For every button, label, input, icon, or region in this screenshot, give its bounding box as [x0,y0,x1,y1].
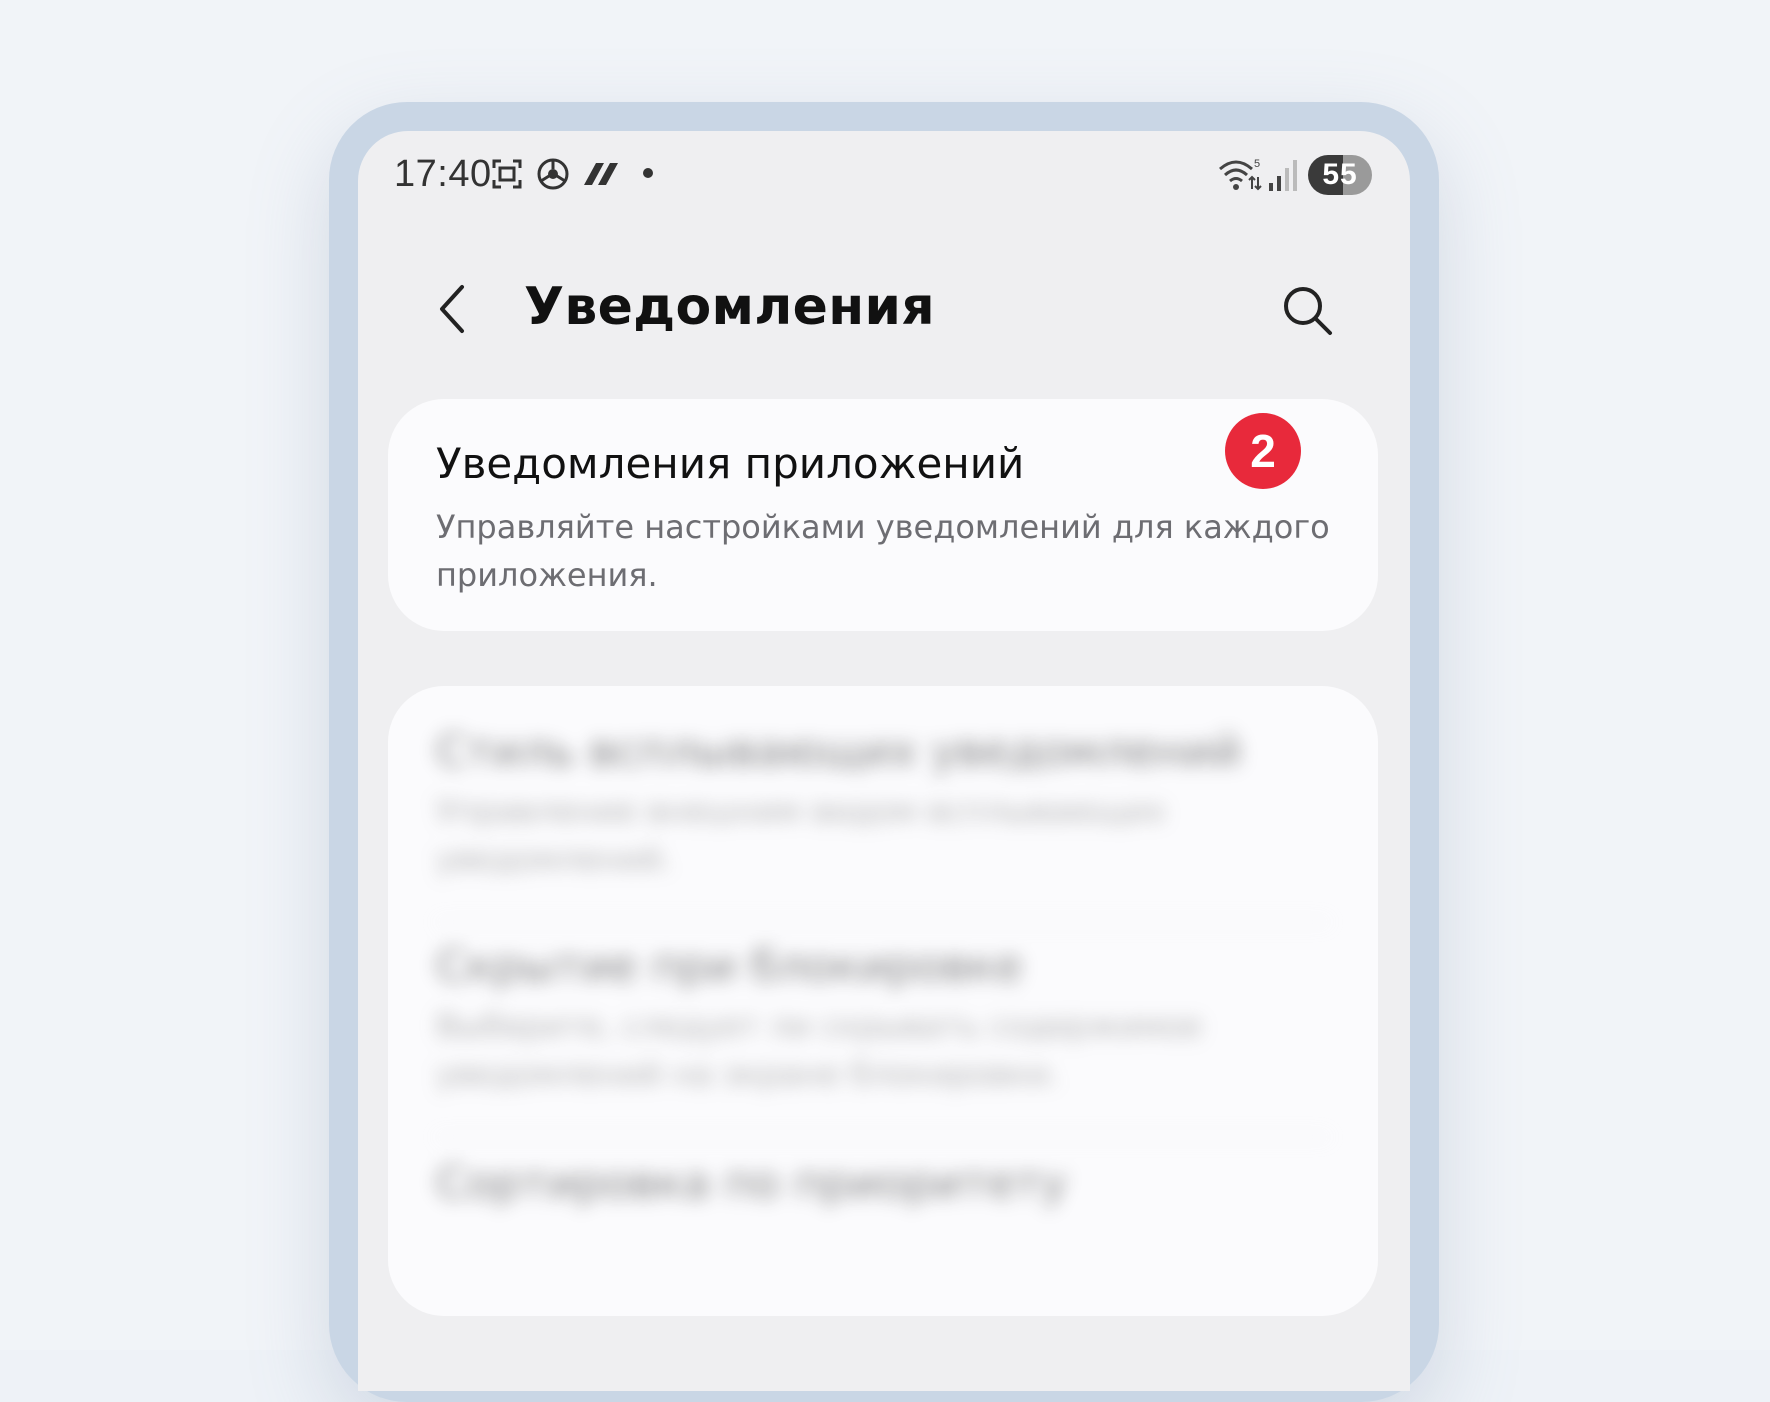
status-time: 17:40 [394,153,492,195]
battery-text: 55 [1322,158,1358,191]
screenshot-icon [492,159,522,189]
page-title: Уведомления [524,277,935,337]
popup-style-title: Стиль всплывающих уведомлений [436,726,1242,777]
slash-app-icon [584,163,618,185]
battery-indicator: 55 [1308,155,1372,195]
phone-screen: 17:40 5 55 Уведомления Уведомления прило… [358,131,1410,1391]
chrome-icon [537,158,569,190]
notification-count-badge: 2 [1225,413,1301,489]
lock-screen-subtitle: Выберите, следует ли скрывать содержимое… [436,1007,1203,1093]
blurred-content: Стиль всплывающих уведомлений Управление… [388,686,1378,1316]
back-button[interactable] [428,279,478,339]
search-button[interactable] [1278,281,1338,341]
wifi-label: 5 [1254,158,1260,170]
notification-settings-card: Стиль всплывающих уведомлений Управление… [388,686,1378,1316]
lock-screen-title: Скрытие при блокировке [436,941,1023,992]
divider [436,921,1330,923]
wifi-icon: 5 [1219,158,1262,191]
signal-icon [1269,160,1297,191]
priority-sort-item[interactable]: Сортировка по приоритету [436,1158,1316,1209]
app-notifications-subtitle: Управляйте настройками уведомлений для к… [436,508,1330,594]
chevron-left-icon [440,285,464,333]
status-bar: 17:40 5 55 [358,131,1410,221]
app-notifications-title: Уведомления приложений [436,439,1025,488]
divider [436,1136,1330,1138]
popup-style-item[interactable]: Стиль всплывающих уведомлений Управление… [436,726,1316,883]
popup-style-subtitle: Управление внешним видом всплывающих уве… [436,792,1166,878]
notification-dot-icon [643,168,653,178]
lock-screen-item[interactable]: Скрытие при блокировке Выберите, следует… [436,941,1316,1098]
search-icon [1284,287,1332,335]
priority-sort-title: Сортировка по приоритету [436,1158,1067,1209]
